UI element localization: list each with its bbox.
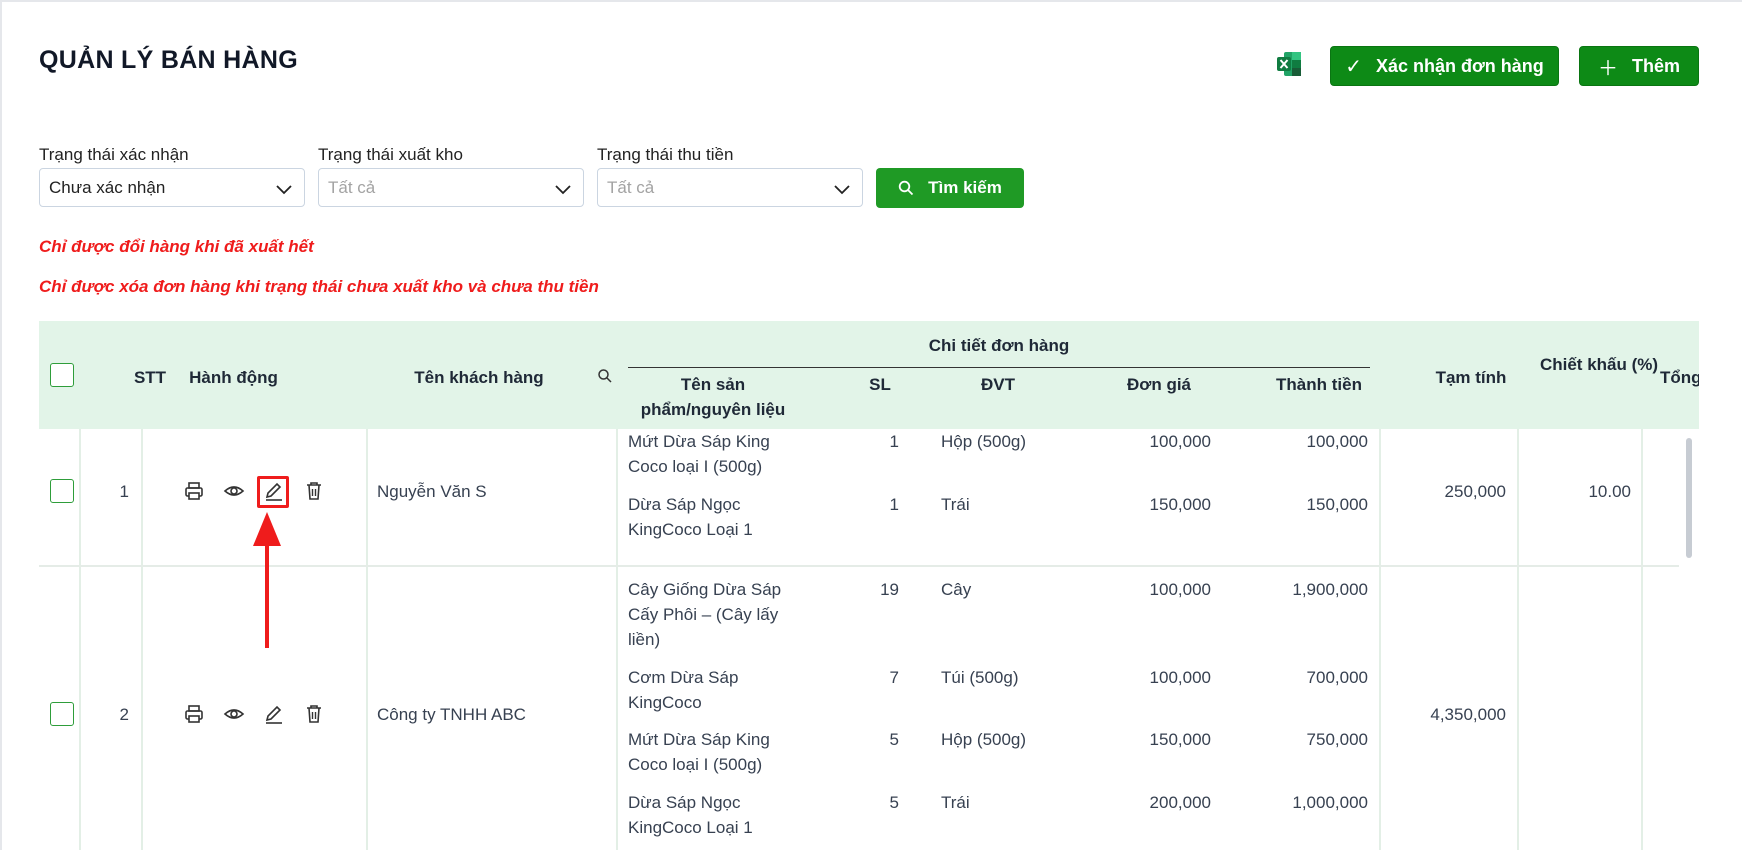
annotation-arrow [253,512,281,648]
col-divider [366,429,368,850]
item-unit: Hộp (500g) [941,432,1027,451]
payment-status-select[interactable]: Tất cả [597,168,863,207]
export-status-placeholder: Tất cả [328,177,376,197]
payment-status-label: Trạng thái thu tiền [597,145,734,164]
item-price: 100,000 [1149,668,1211,687]
row-divider [39,565,1679,567]
col-divider [1641,429,1643,850]
item-amount: 1,000,000 [1292,793,1368,812]
excel-export-icon[interactable] [1275,50,1303,78]
check-icon: ✓ [1345,55,1362,78]
header-price: Đơn giá [1126,375,1192,394]
search-icon [898,180,914,196]
confirm-order-label: Xác nhận đơn hàng [1375,55,1544,76]
item-amount: 750,000 [1306,730,1368,749]
item-amount: 700,000 [1306,668,1368,687]
item-unit: Cây [941,580,972,599]
row-stt: 1 [119,482,129,501]
customer-search-icon[interactable] [597,368,613,384]
header-detail-group: Chi tiết đơn hàng [928,336,1070,355]
header-divider [628,367,1370,368]
item-price: 200,000 [1149,793,1211,812]
row-stt: 2 [119,705,129,724]
item-product: Dừa Sáp Ngọc KingCoco Loại 1 [628,793,753,837]
header-amount: Thành tiền [1276,375,1362,394]
item-amount: 150,000 [1306,495,1368,514]
col-divider [79,429,81,850]
confirm-status-label: Trạng thái xác nhận [39,145,189,164]
header-subtotal: Tạm tính [1435,368,1507,387]
header-unit: ĐVT [981,375,1015,394]
item-qty: 5 [889,793,899,812]
item-amount: 100,000 [1306,432,1368,451]
item-product: Cây Giống Dừa Sáp Cấy Phôi – (Cây lấy li… [628,580,782,649]
export-status-select[interactable]: Tất cả [318,168,584,207]
item-unit: Trái [941,793,970,812]
row-customer: Nguyễn Văn S [377,482,487,501]
chevron-down-icon [555,185,571,195]
item-qty: 1 [889,495,899,514]
add-button[interactable]: ＋ Thêm [1579,46,1699,86]
col-divider [1379,429,1381,850]
chevron-down-icon [276,185,292,195]
confirm-status-select[interactable]: Chưa xác nhận [39,168,305,207]
add-label: Thêm [1631,55,1680,76]
item-qty: 7 [889,668,899,687]
header-product: Tên sản phẩm/nguyên liệu [640,375,786,419]
search-label: Tìm kiếm [928,178,1002,197]
item-amount: 1,900,000 [1292,580,1368,599]
confirm-order-button[interactable]: ✓ Xác nhận đơn hàng [1330,46,1559,86]
row-checkbox[interactable] [50,479,74,503]
item-qty: 1 [889,432,899,451]
page-title: QUẢN LÝ BÁN HÀNG [39,46,298,74]
payment-status-placeholder: Tất cả [607,177,655,197]
item-product: Cơm Dừa Sáp KingCoco [628,668,739,712]
edit-pencil-icon[interactable] [263,480,285,502]
col-divider [616,429,618,850]
item-product: Dừa Sáp Ngọc KingCoco Loại 1 [628,495,753,539]
edit-pencil-icon[interactable] [263,703,285,725]
table-scrollbar[interactable] [1686,438,1692,558]
export-status-label: Trạng thái xuất kho [318,145,463,164]
view-eye-icon[interactable] [223,480,245,502]
delete-trash-icon[interactable] [303,703,325,725]
item-price: 100,000 [1149,432,1211,451]
item-unit: Hộp (500g) [941,730,1027,749]
item-product: Mứt Dừa Sáp King Coco loại I (500g) [628,730,770,774]
item-unit: Trái [941,495,970,514]
header-customer: Tên khách hàng [414,368,544,387]
header-total: Tổng [1660,368,1699,387]
header-action: Hành động [189,368,278,387]
confirm-status-value: Chưa xác nhận [49,177,166,197]
item-price: 150,000 [1149,495,1211,514]
plus-icon: ＋ [1597,57,1618,80]
header-discount: Chiết khấu (%) [1539,355,1659,374]
row-customer: Công ty TNHH ABC [377,705,526,724]
warning-exchange: Chỉ được đổi hàng khi đã xuất hết [39,237,314,256]
orders-table: STT Hành động Tên khách hàng Chi tiết đơ… [39,321,1699,850]
view-eye-icon[interactable] [223,703,245,725]
row-checkbox[interactable] [50,702,74,726]
print-icon[interactable] [183,480,205,502]
item-product: Mứt Dừa Sáp King Coco loại I (500g) [628,432,770,476]
warning-delete: Chỉ được xóa đơn hàng khi trạng thái chư… [39,277,599,296]
col-divider [141,429,143,850]
row-subtotal: 4,350,000 [1430,705,1506,724]
item-price: 100,000 [1149,580,1211,599]
item-unit: Túi (500g) [941,668,1019,687]
print-icon[interactable] [183,703,205,725]
row-subtotal: 250,000 [1444,482,1506,501]
header-qty: SL [869,375,891,394]
select-all-checkbox[interactable] [50,363,74,387]
search-button[interactable]: Tìm kiếm [876,168,1024,208]
item-qty: 19 [880,580,899,599]
delete-trash-icon[interactable] [303,480,325,502]
item-price: 150,000 [1149,730,1211,749]
item-qty: 5 [889,730,899,749]
chevron-down-icon [834,185,850,195]
row-discount: 10.00 [1588,482,1631,501]
